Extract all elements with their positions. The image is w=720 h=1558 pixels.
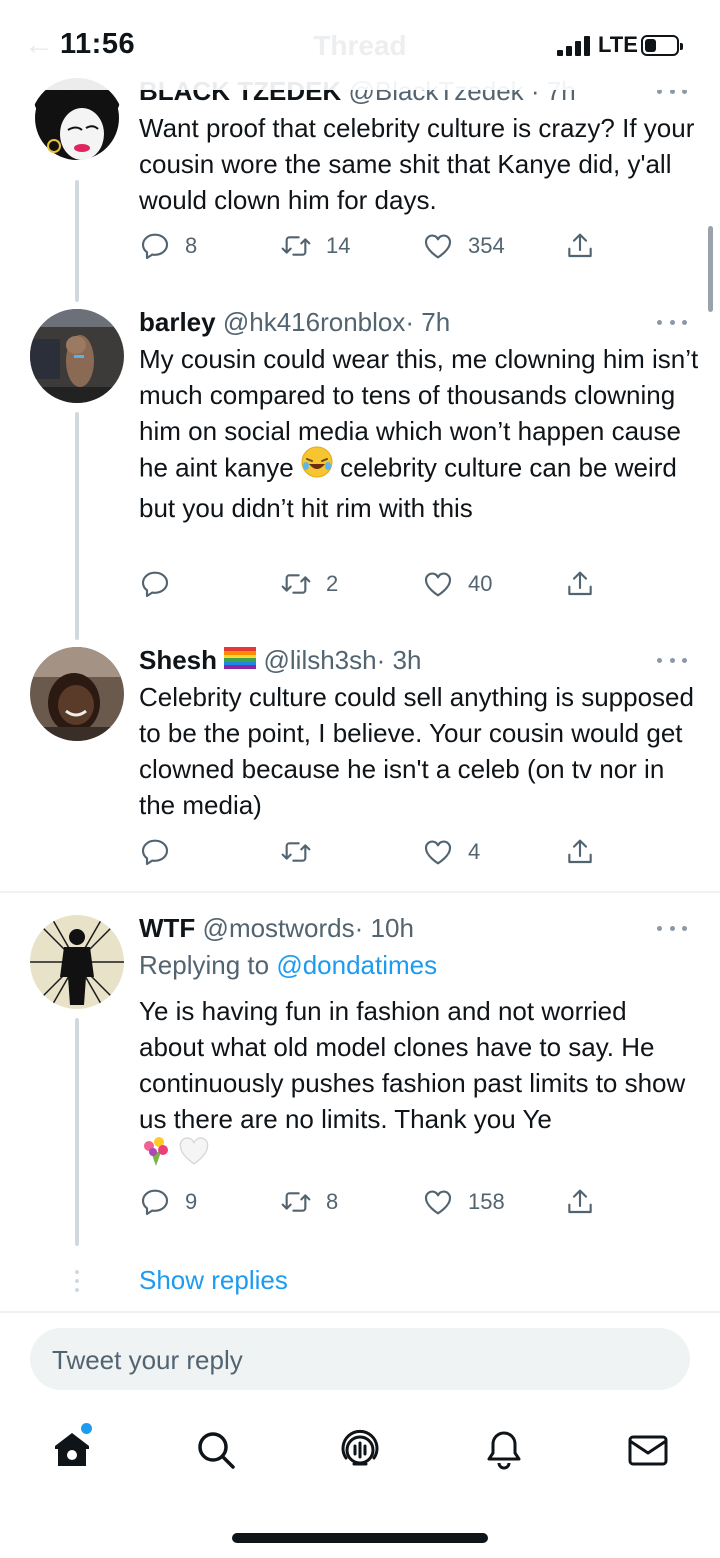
like-count: 158 — [468, 1189, 505, 1214]
replying-to: Replying to @dondatimes — [139, 950, 437, 980]
tab-messages[interactable] — [626, 1428, 670, 1472]
tab-home[interactable] — [50, 1428, 94, 1472]
tweet-text: Ye is having fun in fashion and not worr… — [139, 993, 694, 1180]
reply-button[interactable]: 9 — [139, 1182, 197, 1222]
network-label: LTE — [598, 32, 638, 57]
retweet-icon — [281, 1192, 311, 1212]
tweet-actions: 9 8 158 — [0, 1182, 720, 1222]
clock: 11:56 — [60, 28, 136, 60]
like-button[interactable]: 158 — [422, 1182, 505, 1222]
avatar[interactable] — [30, 915, 124, 1009]
home-icon — [55, 1433, 89, 1466]
white-heart-emoji-icon — [177, 1134, 211, 1177]
home-indicator[interactable] — [232, 1533, 488, 1543]
retweet-button[interactable]: 8 — [280, 1182, 338, 1222]
more-options-icon[interactable] — [657, 924, 687, 932]
mention-link[interactable]: @dondatimes — [276, 950, 437, 980]
battery-fill — [645, 39, 656, 52]
search-icon — [198, 1432, 235, 1469]
tab-notifications[interactable] — [482, 1428, 526, 1472]
tweet-header: WTF @mostwords· 10h — [139, 913, 414, 943]
timestamp: · 10h — [354, 913, 414, 943]
bouquet-emoji-icon — [139, 1134, 173, 1177]
battery-icon — [641, 35, 683, 56]
tweet[interactable]: WTF @mostwords· 10h Replying to @dondati… — [0, 0, 720, 1250]
show-replies-link[interactable]: Show replies — [139, 1265, 288, 1296]
divider — [0, 1311, 720, 1313]
tab-search[interactable] — [194, 1428, 238, 1472]
home-notification-dot — [81, 1423, 92, 1434]
display-name[interactable]: WTF — [139, 913, 195, 943]
thread-continuation-dots — [74, 1270, 80, 1292]
share-button[interactable] — [564, 1182, 610, 1222]
reply-input[interactable]: Tweet your reply — [30, 1328, 690, 1390]
replying-label: Replying to — [139, 950, 277, 980]
spaces-icon — [341, 1429, 379, 1466]
tab-spaces[interactable] — [338, 1428, 382, 1472]
mail-icon — [628, 1435, 668, 1466]
status-bar: ← Thread 11:56 LTE — [0, 0, 720, 90]
reply-placeholder: Tweet your reply — [52, 1345, 243, 1375]
share-icon — [568, 1189, 592, 1214]
bell-icon — [487, 1431, 521, 1470]
handle[interactable]: @mostwords — [203, 913, 355, 943]
reply-count: 9 — [185, 1189, 198, 1214]
retweet-count: 8 — [326, 1189, 339, 1214]
tweet-text-part: Ye is having fun in fashion and not worr… — [139, 996, 686, 1134]
reply-icon — [141, 1189, 169, 1216]
heart-icon — [424, 1190, 452, 1215]
signal-icon — [557, 36, 591, 56]
